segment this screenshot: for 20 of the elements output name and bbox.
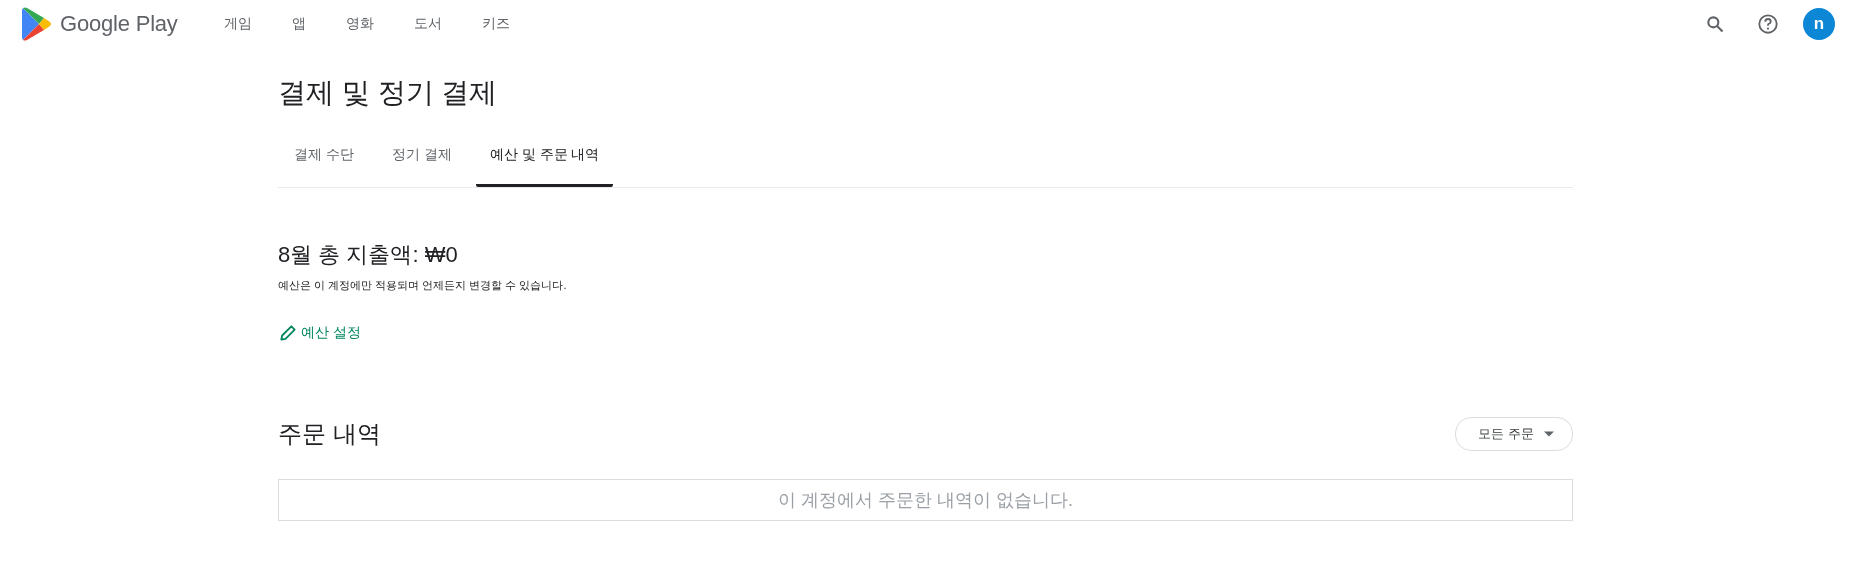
budget-settings-link[interactable]: 예산 설정 (278, 323, 361, 343)
nav-link[interactable]: 키즈 (461, 15, 530, 33)
pencil-icon (278, 323, 298, 343)
orders-heading: 주문 내역 (278, 419, 381, 449)
nav-link[interactable]: 게임 (203, 15, 272, 33)
tab[interactable]: 예산 및 주문 내역 (475, 128, 614, 187)
empty-message: 이 계정에서 주문한 내역이 없습니다. (778, 489, 1073, 512)
spending-heading: 8월 총 지출액: ₩0 (278, 241, 459, 269)
logo-icon (22, 6, 52, 42)
caret-icon (1544, 431, 1554, 437)
nav-link[interactable]: 도서 (393, 15, 462, 33)
avatar-button[interactable]: n (1803, 8, 1835, 40)
order-filter-dropdown[interactable]: 모든 주문 (1455, 417, 1573, 451)
brand-name: Google Play (60, 11, 178, 37)
nav-link[interactable]: 영화 (325, 15, 394, 33)
tab[interactable]: 정기 결제 (377, 128, 466, 187)
tab[interactable]: 결제 수단 (280, 128, 368, 187)
nav-link[interactable]: 앱 (271, 15, 326, 33)
budget-note: 예산은 이 계정에만 적용되며 언제든지 변경할 수 있습니다. (278, 278, 568, 293)
page-title: 결제 및 정기 결제 (278, 76, 499, 110)
